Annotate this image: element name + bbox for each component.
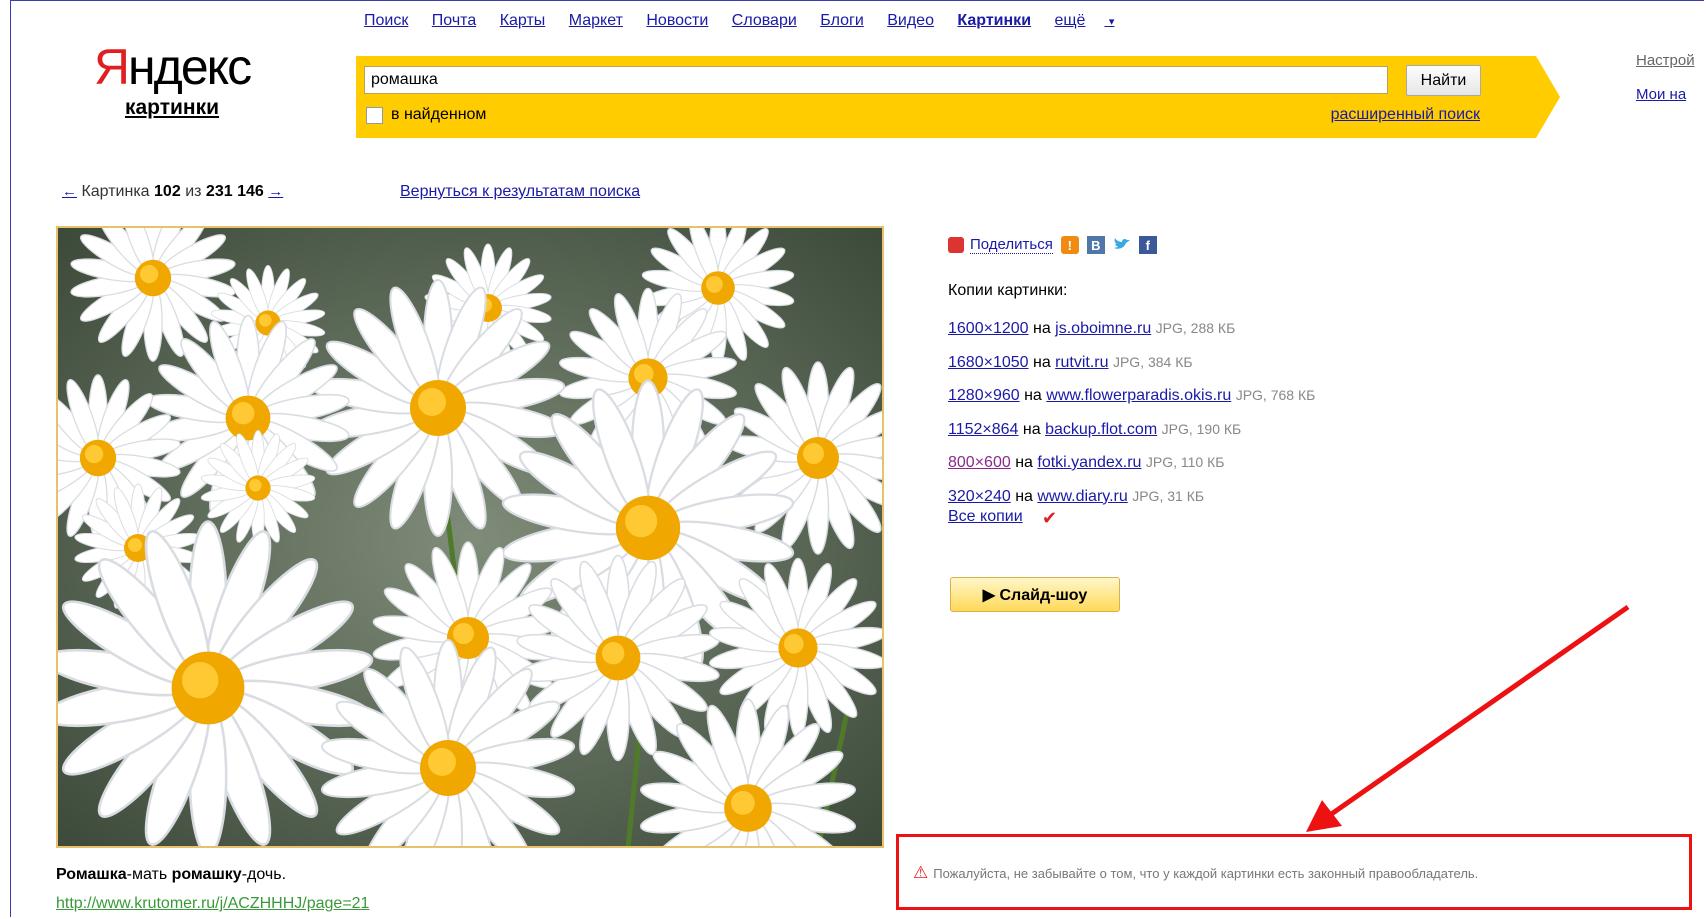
- service-name-link[interactable]: картинки: [125, 96, 219, 120]
- image-caption: Ромашка-мать ромашку-дочь.: [56, 866, 286, 884]
- nav-item-more[interactable]: ещё ▾: [1054, 12, 1133, 29]
- nav-item-images[interactable]: Картинки: [957, 12, 1031, 29]
- logo-word: ндекс: [128, 39, 252, 95]
- copy-on-label: на: [1022, 420, 1041, 438]
- copy-meta: JPG, 110 КБ: [1145, 454, 1225, 470]
- yandex-logo[interactable]: Яндекс: [92, 40, 252, 94]
- settings-link[interactable]: Настрой: [1636, 44, 1695, 78]
- annotation-box: ⚠ Пожалуйста, не забывайте о том, что у …: [896, 834, 1692, 910]
- top-nav: Поиск Почта Карты Маркет Новости Словари…: [364, 12, 1152, 30]
- nav-item-dictionaries[interactable]: Словари: [732, 12, 797, 29]
- copy-meta: JPG, 31 КБ: [1132, 487, 1205, 504]
- search-bar: Найти в найденном расширенный поиск: [356, 56, 1560, 138]
- caption-mid: -мать: [126, 866, 172, 883]
- twitter-icon[interactable]: [1113, 236, 1131, 254]
- copy-site-link[interactable]: backup.flot.com: [1045, 421, 1157, 438]
- copy-meta: JPG, 768 КБ: [1235, 387, 1316, 403]
- in-found-label: в найденном: [391, 106, 487, 123]
- next-image-arrow[interactable]: →: [268, 183, 283, 200]
- my-finds-link[interactable]: Мои на: [1636, 78, 1695, 112]
- nav-item-news[interactable]: Новости: [646, 12, 708, 29]
- copy-site-link[interactable]: js.oboimne.ru: [1055, 320, 1151, 337]
- pager-total: 231 146: [205, 183, 264, 200]
- nav-item-video[interactable]: Видео: [887, 12, 934, 29]
- facebook-icon[interactable]: f: [1138, 236, 1157, 254]
- prev-image-arrow[interactable]: ←: [62, 183, 77, 200]
- copy-resolution-link[interactable]: 320×240: [948, 488, 1011, 505]
- all-copies-link[interactable]: Все копии: [948, 508, 1023, 526]
- caption-end: -дочь.: [241, 866, 287, 883]
- list-item: 1680×1050 на rutvit.ru JPG, 384 КБ: [948, 346, 1315, 380]
- pager-prefix: Картинка: [81, 183, 150, 200]
- in-found-option[interactable]: в найденном: [366, 106, 486, 124]
- copy-meta: JPG, 288 КБ: [1155, 320, 1236, 336]
- main-image[interactable]: [56, 226, 884, 848]
- copy-resolution-link[interactable]: 800×600: [948, 454, 1011, 471]
- copy-on-label: на: [1032, 353, 1051, 371]
- nav-item-blogs[interactable]: Блоги: [820, 12, 864, 29]
- search-bar-arrow-tip: [1536, 56, 1560, 138]
- checkmark-icon: ✔: [1042, 508, 1058, 528]
- copy-resolution-link[interactable]: 1680×1050: [948, 354, 1029, 371]
- daisy-photo: [58, 228, 882, 846]
- copies-title: Копии картинки:: [948, 282, 1068, 299]
- search-button[interactable]: Найти: [1406, 65, 1481, 96]
- odnoklassniki-icon[interactable]: !: [1060, 236, 1079, 254]
- list-item: 1280×960 на www.flowerparadis.okis.ru JP…: [948, 379, 1315, 413]
- copy-meta: JPG, 190 КБ: [1161, 420, 1242, 437]
- copy-meta: JPG, 384 КБ: [1112, 353, 1193, 370]
- copy-resolution-link[interactable]: 1280×960: [948, 387, 1020, 404]
- copies-list: 1600×1200 на js.oboimne.ru JPG, 288 КБ 1…: [948, 312, 1315, 513]
- image-pager: ← Картинка 102 из 231 146 →: [62, 183, 283, 201]
- nav-item-mail[interactable]: Почта: [432, 12, 476, 29]
- logo[interactable]: Яндекс картинки: [92, 40, 252, 120]
- copy-site-link[interactable]: fotki.yandex.ru: [1037, 454, 1141, 471]
- copy-resolution-link[interactable]: 1600×1200: [948, 320, 1029, 337]
- caption-bold-1: Ромашка: [56, 866, 127, 883]
- user-links: Настрой Мои на: [1636, 44, 1695, 112]
- nav-more-label: ещё: [1054, 12, 1086, 29]
- pager-current: 102: [154, 183, 181, 200]
- pager-of: из: [185, 183, 202, 200]
- caption-bold-2: ромашку: [171, 866, 242, 883]
- share-row: Поделиться ! B f: [948, 236, 1157, 254]
- share-link[interactable]: Поделиться: [970, 236, 1053, 254]
- warning-icon: ⚠: [913, 863, 929, 882]
- copy-on-label: на: [1015, 454, 1033, 471]
- nav-item-maps[interactable]: Карты: [500, 12, 546, 29]
- copy-on-label: на: [1015, 487, 1033, 505]
- list-item: 1152×864 на backup.flot.com JPG, 190 КБ: [948, 413, 1315, 447]
- copy-resolution-link[interactable]: 1152×864: [948, 421, 1018, 438]
- advanced-search-link[interactable]: расширенный поиск: [1331, 106, 1480, 124]
- list-item: 1600×1200 на js.oboimne.ru JPG, 288 КБ: [948, 312, 1315, 346]
- logo-letter-ya: Я: [93, 39, 130, 95]
- copyright-notice: ⚠ Пожалуйста, не забывайте о том, что у …: [913, 863, 1478, 883]
- slideshow-button[interactable]: ▶ Слайд-шоу: [950, 577, 1120, 612]
- nav-item-search[interactable]: Поиск: [364, 12, 408, 29]
- copy-site-link[interactable]: www.diary.ru: [1037, 488, 1127, 505]
- vk-icon[interactable]: B: [1086, 236, 1105, 254]
- chevron-down-icon: ▾: [1108, 16, 1115, 28]
- in-found-checkbox[interactable]: [366, 106, 383, 124]
- share-icon[interactable]: [948, 237, 964, 253]
- copy-on-label: на: [1032, 320, 1051, 337]
- list-item: 800×600 на fotki.yandex.ru JPG, 110 КБ: [948, 446, 1315, 480]
- back-to-results-link[interactable]: Вернуться к результатам поиска: [400, 183, 640, 201]
- copy-site-link[interactable]: www.flowerparadis.okis.ru: [1046, 387, 1231, 404]
- copyright-notice-text: Пожалуйста, не забывайте о том, что у ка…: [933, 865, 1479, 881]
- search-input[interactable]: [364, 66, 1388, 94]
- copy-on-label: на: [1024, 387, 1042, 404]
- nav-item-market[interactable]: Маркет: [569, 12, 623, 29]
- copy-site-link[interactable]: rutvit.ru: [1055, 354, 1108, 371]
- image-source-link[interactable]: http://www.krutomer.ru/j/ACZHHHJ/page=21: [56, 895, 369, 913]
